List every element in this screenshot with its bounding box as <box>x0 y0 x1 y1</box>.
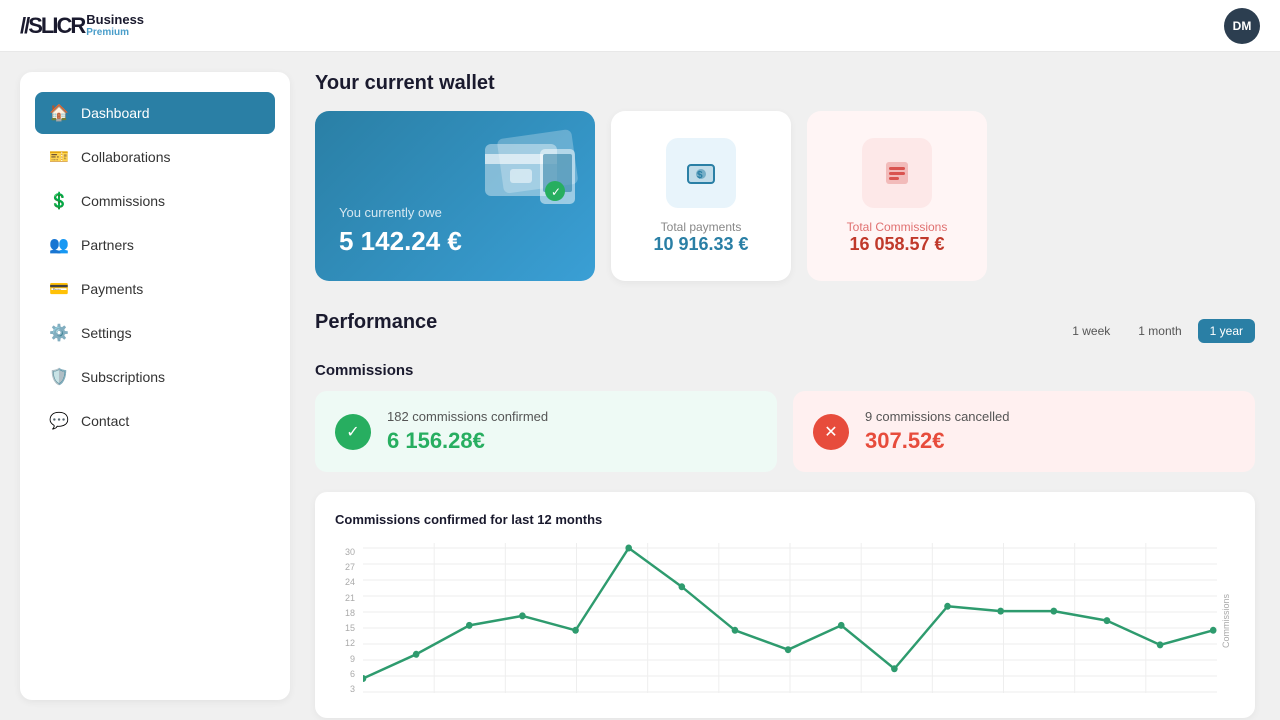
main-layout: 🏠 Dashboard 🎫 Collaborations 💲 Commissio… <box>0 52 1280 720</box>
home-icon: 🏠 <box>49 103 69 123</box>
sidebar-item-settings[interactable]: ⚙️ Settings <box>35 312 275 354</box>
sidebar-item-subscriptions[interactable]: 🛡️ Subscriptions <box>35 356 275 398</box>
commissions-card-label: Total Commissions <box>847 220 948 234</box>
sidebar-item-label-collaborations: Collaborations <box>81 149 171 165</box>
time-filter-1year[interactable]: 1 year <box>1198 319 1255 343</box>
wallet-commissions-card: Total Commissions 16 058.57 € <box>807 111 987 281</box>
wallet-main-card: ✓ You currently owe 5 142.24 € <box>315 111 595 281</box>
check-icon: ✓ <box>335 414 371 450</box>
chart-container: Commissions confirmed for last 12 months… <box>315 492 1255 718</box>
line-chart-svg <box>363 543 1217 693</box>
commissions-card-amount: 16 058.57 € <box>847 234 948 255</box>
commission-cards: ✓ 182 commissions confirmed 6 156.28€ ✕ … <box>315 391 1255 472</box>
confirmed-amount: 6 156.28€ <box>387 428 548 454</box>
time-filter-1week[interactable]: 1 week <box>1060 319 1122 343</box>
partners-icon: 👥 <box>49 235 69 255</box>
svg-text:✓: ✓ <box>551 185 561 199</box>
wallet-payments-card: $ Total payments 10 916.33 € <box>611 111 791 281</box>
sidebar-item-contact[interactable]: 💬 Contact <box>35 400 275 442</box>
performance-header: Performance 1 week 1 month 1 year <box>315 311 1255 350</box>
cancelled-commissions-card: ✕ 9 commissions cancelled 307.52€ <box>793 391 1255 472</box>
sidebar-item-label-dashboard: Dashboard <box>81 105 150 121</box>
collaborations-icon: 🎫 <box>49 147 69 167</box>
cancelled-amount: 307.52€ <box>865 428 1010 454</box>
wallet-illustration: ✓ <box>455 119 585 229</box>
y-axis-labels: 30 27 24 21 18 15 12 9 6 3 <box>335 543 359 698</box>
sidebar-item-label-partners: Partners <box>81 237 134 253</box>
sidebar-item-label-payments: Payments <box>81 281 143 297</box>
sidebar-item-label-commissions: Commissions <box>81 193 165 209</box>
sidebar-item-payments[interactable]: 💳 Payments <box>35 268 275 310</box>
wallet-cards: ✓ You currently owe 5 142.24 € $ Total p… <box>315 111 1255 281</box>
x-icon: ✕ <box>813 414 849 450</box>
wallet-main-amount: 5 142.24 € <box>339 226 571 257</box>
svg-text:$: $ <box>697 170 703 181</box>
contact-icon: 💬 <box>49 411 69 431</box>
chart-area: 30 27 24 21 18 15 12 9 6 3 <box>335 543 1235 698</box>
logo-premium: Premium <box>86 27 144 38</box>
commissions-card-icon <box>862 138 932 208</box>
confirmed-label: 182 commissions confirmed <box>387 409 548 424</box>
y-axis-title: Commissions <box>1221 543 1235 698</box>
settings-icon: ⚙️ <box>49 323 69 343</box>
sidebar-item-partners[interactable]: 👥 Partners <box>35 224 275 266</box>
payments-card-amount: 10 916.33 € <box>653 234 748 255</box>
sidebar-item-label-contact: Contact <box>81 413 129 429</box>
main-content: Your current wallet <box>290 52 1280 720</box>
logo-slicr: //SLICR <box>20 13 84 39</box>
confirmed-commissions-card: ✓ 182 commissions confirmed 6 156.28€ <box>315 391 777 472</box>
performance-title: Performance <box>315 311 437 334</box>
logo-business: Business <box>86 13 144 27</box>
time-filters: 1 week 1 month 1 year <box>1060 319 1255 343</box>
subscriptions-icon: 🛡️ <box>49 367 69 387</box>
sidebar-item-label-settings: Settings <box>81 325 132 341</box>
commissions-subtitle: Commissions <box>315 362 1255 379</box>
header: //SLICR Business Premium DM <box>0 0 1280 52</box>
time-filter-1month[interactable]: 1 month <box>1126 319 1193 343</box>
logo: //SLICR Business Premium <box>20 13 144 39</box>
sidebar-item-label-subscriptions: Subscriptions <box>81 369 165 385</box>
payments-card-label: Total payments <box>653 220 748 234</box>
payments-card-icon: $ <box>666 138 736 208</box>
sidebar-item-commissions[interactable]: 💲 Commissions <box>35 180 275 222</box>
payments-icon: 💳 <box>49 279 69 299</box>
sidebar-item-collaborations[interactable]: 🎫 Collaborations <box>35 136 275 178</box>
sidebar: 🏠 Dashboard 🎫 Collaborations 💲 Commissio… <box>20 72 290 700</box>
wallet-section-title: Your current wallet <box>315 72 1255 95</box>
sidebar-item-dashboard[interactable]: 🏠 Dashboard <box>35 92 275 134</box>
commissions-icon: 💲 <box>49 191 69 211</box>
logo-text: Business Premium <box>86 13 144 38</box>
chart-svg-container <box>363 543 1217 698</box>
cancelled-info: 9 commissions cancelled 307.52€ <box>865 409 1010 454</box>
confirmed-info: 182 commissions confirmed 6 156.28€ <box>387 409 548 454</box>
user-avatar[interactable]: DM <box>1224 8 1260 44</box>
cancelled-label: 9 commissions cancelled <box>865 409 1010 424</box>
chart-title: Commissions confirmed for last 12 months <box>335 512 1235 527</box>
